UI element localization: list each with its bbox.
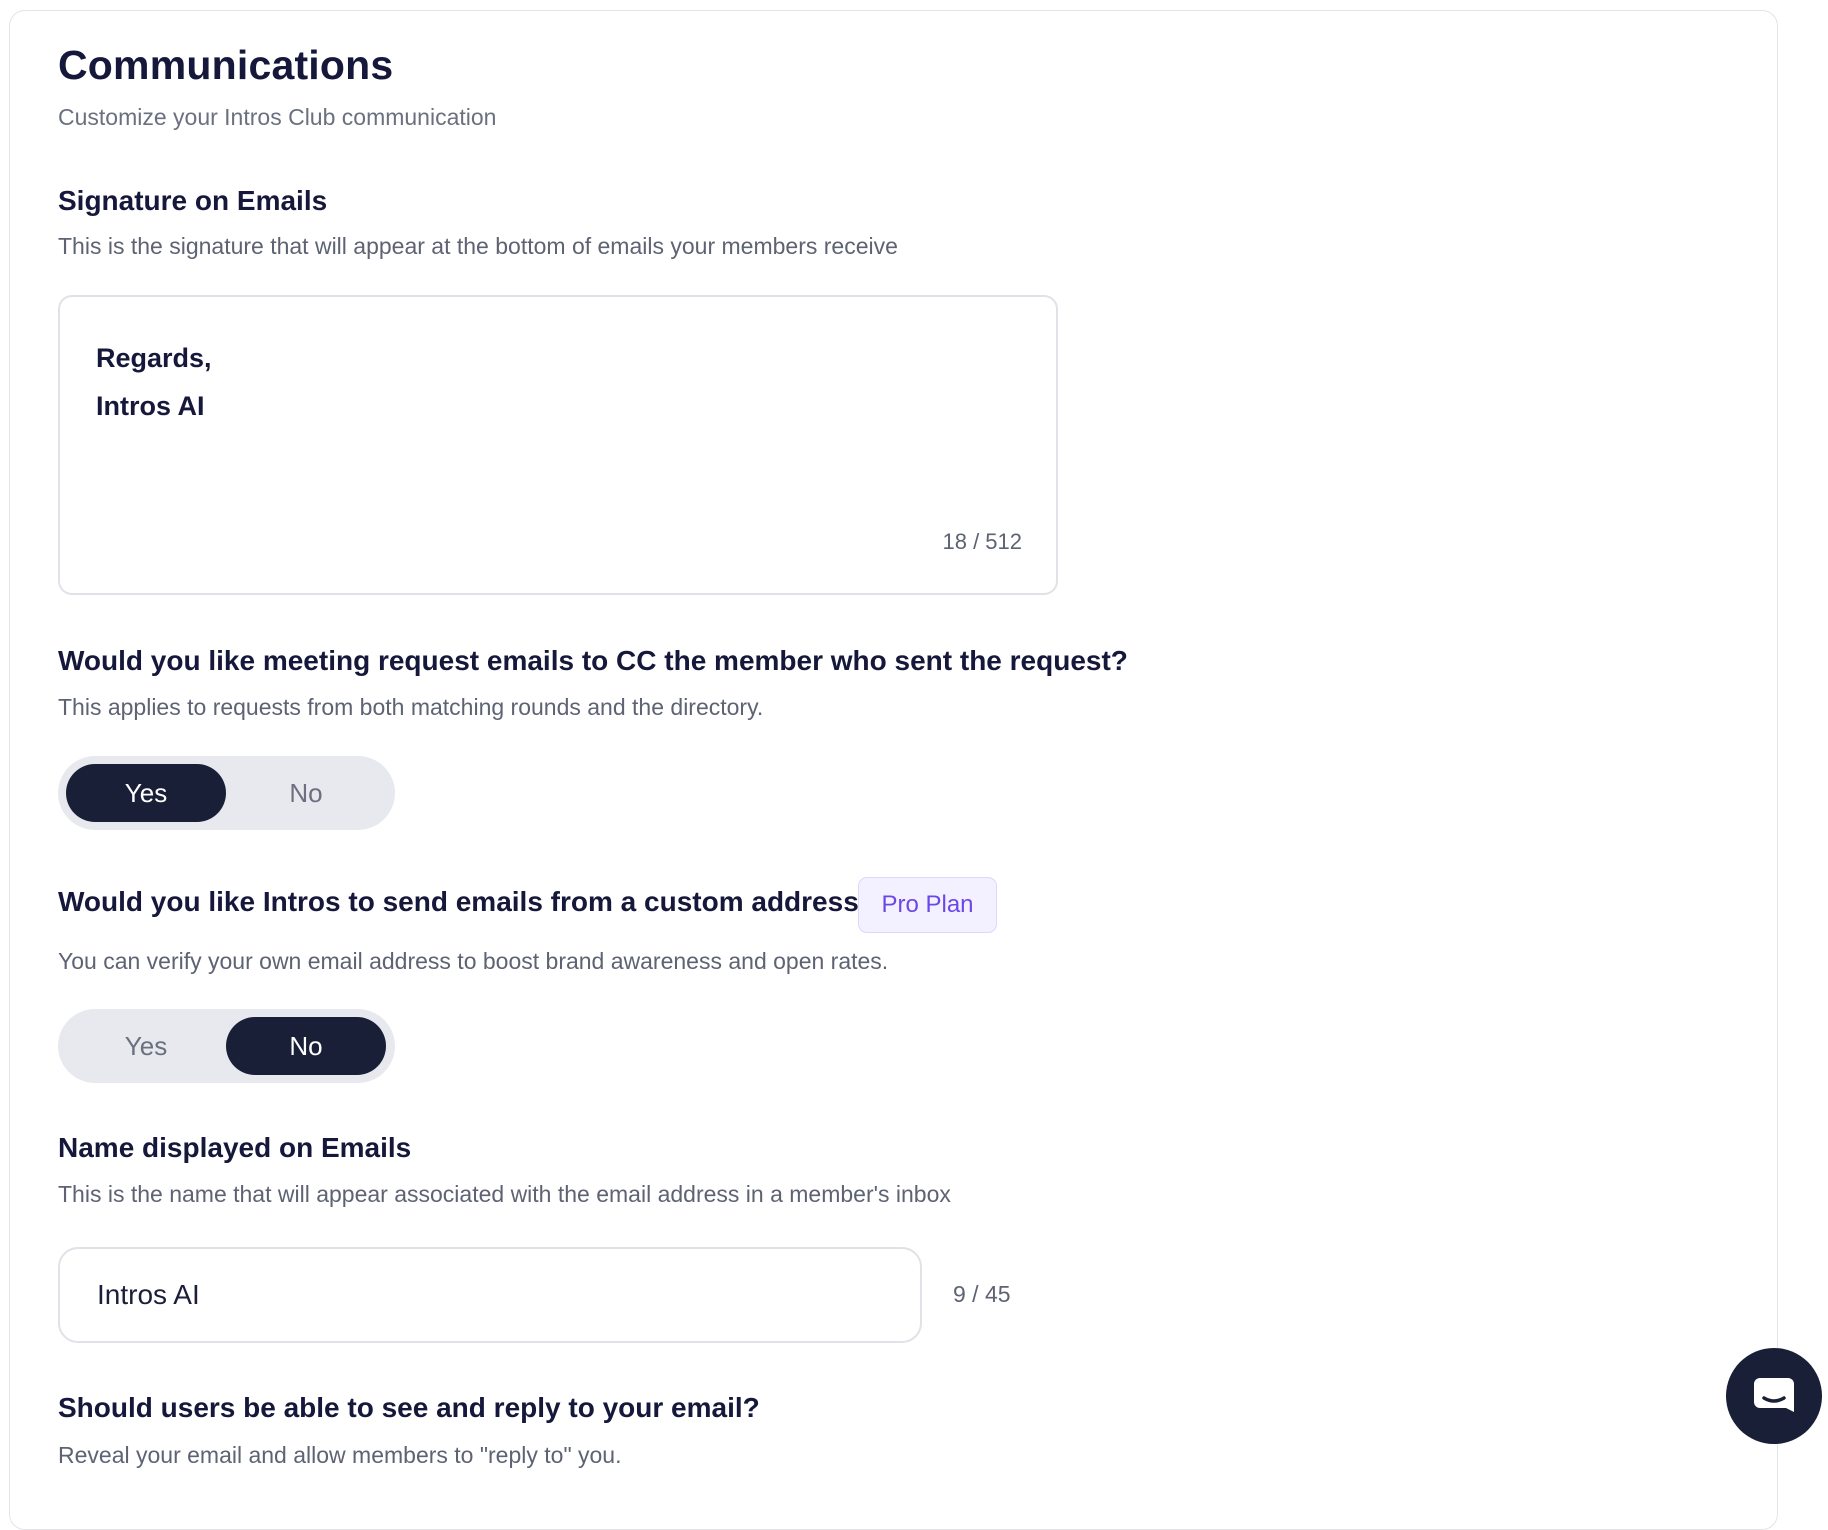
signature-char-counter: 18 / 512 (942, 529, 1022, 554)
signature-line: Intros AI (96, 391, 205, 421)
signature-title: Signature on Emails (58, 185, 328, 216)
custom-address-title: Would you like Intros to send emails fro… (58, 886, 876, 917)
display-name-title: Name displayed on Emails (58, 1132, 412, 1163)
cc-no-option[interactable]: No (226, 764, 386, 822)
chat-launcher-button[interactable] (1726, 1348, 1822, 1444)
cc-setting-title: Would you like meeting request emails to… (58, 645, 1128, 676)
display-name-char-counter: 9 / 45 (953, 1281, 1011, 1307)
signature-description: This is the signature that will appear a… (58, 233, 898, 259)
cc-setting-toggle: Yes No (58, 756, 395, 830)
signature-line: Regards, (96, 343, 212, 373)
page-title: Communications (58, 42, 394, 88)
chat-bubble-icon (1754, 1378, 1794, 1412)
display-name-input[interactable]: Intros AI (58, 1247, 922, 1343)
display-name-description: This is the name that will appear associ… (58, 1181, 951, 1207)
cc-setting-description: This applies to requests from both match… (58, 694, 764, 720)
custom-address-description: You can verify your own email address to… (58, 948, 889, 974)
signature-textarea[interactable]: Regards, Intros AI 18 / 512 (58, 295, 1058, 595)
custom-address-yes-option[interactable]: Yes (66, 1017, 226, 1075)
custom-address-toggle: Yes No (58, 1009, 395, 1083)
custom-address-no-option[interactable]: No (226, 1017, 386, 1075)
cc-yes-option[interactable]: Yes (66, 764, 226, 822)
page-subtitle: Customize your Intros Club communication (58, 104, 497, 130)
pro-plan-badge: Pro Plan (858, 877, 997, 933)
reply-setting-description: Reveal your email and allow members to "… (58, 1442, 622, 1468)
reply-setting-title: Should users be able to see and reply to… (58, 1392, 760, 1423)
